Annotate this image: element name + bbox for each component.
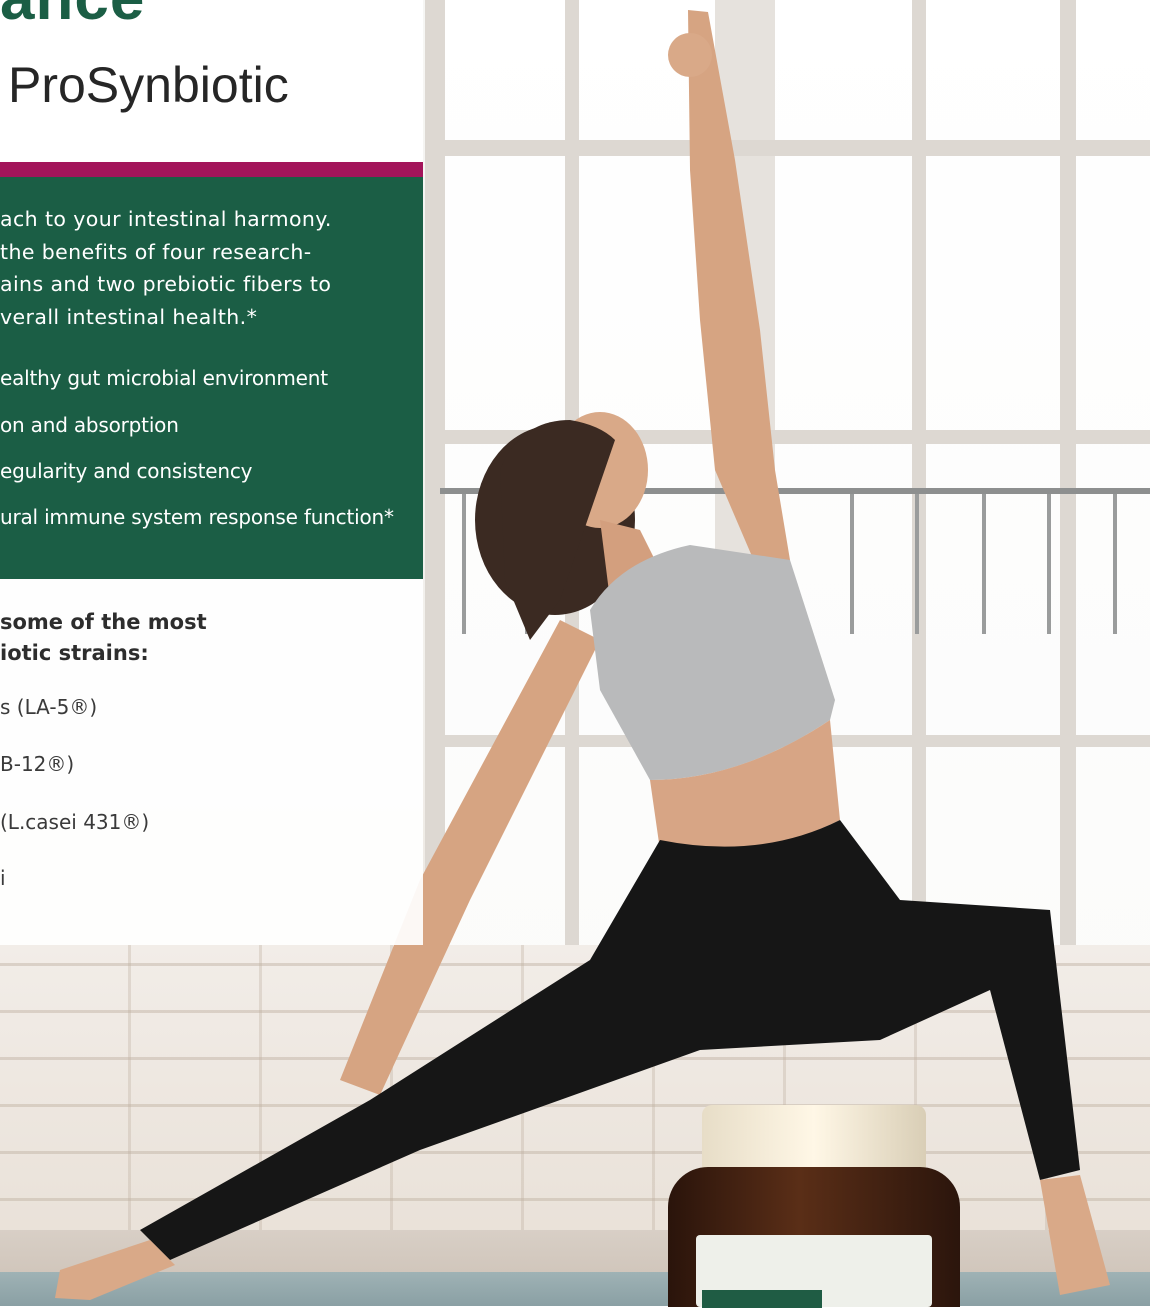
strain-item: s (LA-5®): [0, 695, 98, 719]
intro-line: verall intestinal health.*: [0, 304, 258, 329]
strain-item: B-12®): [0, 752, 75, 776]
accent-divider: [0, 162, 423, 177]
intro-paragraph: ach to your intestinal harmony. the bene…: [0, 203, 423, 333]
strains-heading-line: some of the most: [0, 610, 207, 634]
jar-lid: [702, 1105, 926, 1175]
jar-label-logo: [702, 1290, 822, 1308]
intro-line: ains and two prebiotic fibers to: [0, 272, 332, 296]
supplement-jar-image: [668, 1105, 960, 1308]
intro-line: the benefits of four research-: [0, 239, 312, 264]
strains-heading-line: iotic strains:: [0, 641, 149, 665]
benefit-item: ural immune system response function*: [0, 505, 394, 529]
strain-item: i: [0, 866, 6, 890]
benefit-item: on and absorption: [0, 413, 179, 437]
benefit-item: egularity and consistency: [0, 459, 253, 483]
benefit-item: ealthy gut microbial environment: [0, 366, 328, 390]
strain-item: (L.casei 431®): [0, 810, 150, 834]
brand-title: ance: [0, 0, 145, 30]
product-name: ProSynbiotic: [8, 57, 289, 113]
intro-line: ach to your intestinal harmony.: [0, 207, 332, 231]
strains-heading: some of the most iotic strains:: [0, 607, 207, 669]
